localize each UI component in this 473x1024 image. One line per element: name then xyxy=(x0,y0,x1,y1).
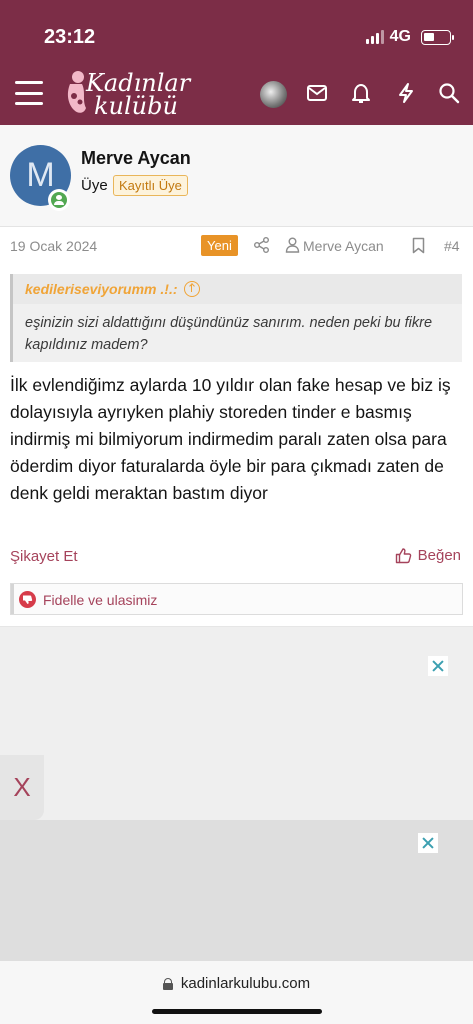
bookmark-icon[interactable] xyxy=(412,237,425,254)
side-tab-close[interactable]: X xyxy=(0,755,44,820)
menu-icon[interactable] xyxy=(15,81,43,105)
user-avatar[interactable] xyxy=(260,81,287,108)
dislike-reaction-icon xyxy=(19,591,36,608)
status-indicators: 4G xyxy=(365,28,454,46)
quote-author[interactable]: kedileriseviyorumm .!.: xyxy=(25,281,178,297)
share-icon[interactable] xyxy=(253,236,271,254)
ad-close-icon[interactable] xyxy=(428,656,448,676)
post-message: İlk evlendiğimz aylarda 10 yıldır olan f… xyxy=(10,375,451,503)
browser-address-bar: kadinlarkulubu.com xyxy=(0,960,473,1024)
search-icon[interactable] xyxy=(438,82,460,104)
post-date[interactable]: 19 Ocak 2024 xyxy=(10,238,97,254)
report-link[interactable]: Şikayet Et xyxy=(10,548,78,565)
quote-block: kedileriseviyorumm .!.: eşinizin sizi al… xyxy=(10,274,462,362)
logo-line2: kulübü xyxy=(94,92,178,120)
like-label: Beğen xyxy=(417,547,461,564)
mail-icon[interactable] xyxy=(306,82,328,104)
site-logo[interactable]: Kadınlar kulübü xyxy=(64,68,194,120)
signal-icon xyxy=(365,30,384,44)
thumbs-up-icon xyxy=(395,548,411,564)
quote-header[interactable]: kedileriseviyorumm .!.: xyxy=(13,274,462,304)
lock-icon xyxy=(162,977,173,990)
like-button[interactable]: Beğen xyxy=(395,547,461,564)
user-badge: Kayıtlı Üye xyxy=(113,175,188,196)
url-text: kadinlarkulubu.com xyxy=(180,975,311,992)
user-icon xyxy=(285,237,300,253)
url-field[interactable]: kadinlarkulubu.com xyxy=(0,975,473,992)
post-number[interactable]: #4 xyxy=(444,238,460,254)
ad-container-bottom xyxy=(0,820,473,960)
new-badge: Yeni xyxy=(201,235,238,256)
home-indicator[interactable] xyxy=(152,1009,322,1014)
online-status-icon xyxy=(48,189,70,211)
ad-close-icon[interactable] xyxy=(418,833,438,853)
reactions-text[interactable]: Fidelle ve ulasimiz xyxy=(43,592,157,608)
post-author[interactable]: Merve Aycan xyxy=(303,238,384,254)
bell-icon[interactable] xyxy=(350,82,372,104)
status-time: 23:12 xyxy=(44,26,96,48)
post-meta: 19 Ocak 2024 Yeni Merve Aycan #4 xyxy=(0,227,473,265)
battery-icon xyxy=(421,29,454,45)
post-user-block: M Merve Aycan Üye Kayıtlı Üye xyxy=(0,125,473,227)
post-username[interactable]: Merve Aycan xyxy=(81,148,191,169)
app-header: 23:12 4G Kadınlar kulübü xyxy=(0,0,473,125)
quote-text: eşinizin sizi aldattığını düşündünüz san… xyxy=(25,315,433,353)
post-user-role: Üye xyxy=(81,177,108,194)
network-label: 4G xyxy=(389,28,411,45)
lightning-icon[interactable] xyxy=(395,82,417,104)
reactions-bar[interactable]: Fidelle ve ulasimiz xyxy=(10,583,463,615)
go-to-quote-icon[interactable] xyxy=(183,281,200,297)
